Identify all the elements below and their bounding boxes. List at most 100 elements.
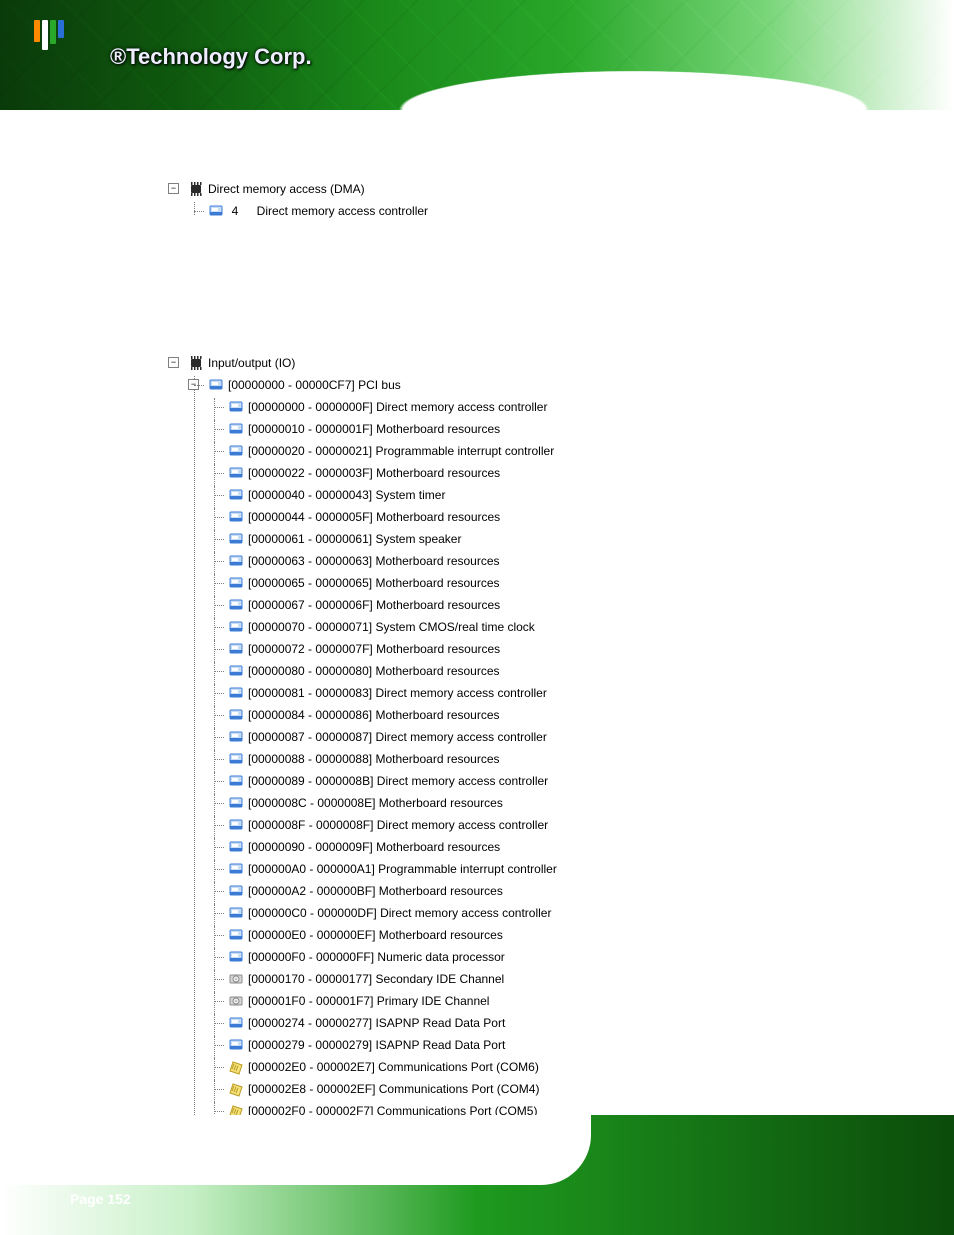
device-icon — [228, 707, 244, 723]
tree-item[interactable]: [00000040 - 00000043] System timer — [208, 486, 868, 508]
brand-tagline: ®Technology Corp. — [110, 44, 312, 70]
device-icon — [228, 641, 244, 657]
tree-item[interactable]: [000000E0 - 000000EF] Motherboard resour… — [208, 926, 868, 948]
tree-item[interactable]: [00000065 - 00000065] Motherboard resour… — [208, 574, 868, 596]
device-icon — [228, 817, 244, 833]
tree-item-label: [0000008F - 0000008F] Direct memory acce… — [248, 816, 548, 834]
device-icon — [228, 575, 244, 591]
tree-item[interactable]: [00000089 - 0000008B] Direct memory acce… — [208, 772, 868, 794]
tree-item-label: [00000020 - 00000021] Programmable inter… — [248, 442, 554, 460]
device-icon — [228, 597, 244, 613]
tree-item[interactable]: [000000A2 - 000000BF] Motherboard resour… — [208, 882, 868, 904]
tree-item[interactable]: [00000090 - 0000009F] Motherboard resour… — [208, 838, 868, 860]
port-icon — [228, 1059, 244, 1075]
dma-tree: − Direct memory access (DMA) 4 Direct me… — [168, 180, 868, 224]
device-icon — [228, 861, 244, 877]
tree-item-label: [00000170 - 00000177] Secondary IDE Chan… — [248, 970, 504, 988]
device-tree: − Direct memory access (DMA) 4 Direct me… — [168, 180, 868, 1190]
tree-item[interactable]: [00000072 - 0000007F] Motherboard resour… — [208, 640, 868, 662]
tree-item-label: [000000F0 - 000000FF] Numeric data proce… — [248, 948, 505, 966]
tree-item-label: [00000067 - 0000006F] Motherboard resour… — [248, 596, 500, 614]
tree-item-label: [00000070 - 00000071] System CMOS/real t… — [248, 618, 535, 636]
tree-item[interactable]: [00000070 - 00000071] System CMOS/real t… — [208, 618, 868, 640]
tree-item[interactable]: [000002E0 - 000002E7] Communications Por… — [208, 1058, 868, 1080]
disk-icon — [228, 993, 244, 1009]
tree-item[interactable]: [0000008F - 0000008F] Direct memory acce… — [208, 816, 868, 838]
tree-item-label: [00000279 - 00000279] ISAPNP Read Data P… — [248, 1036, 505, 1054]
tree-item[interactable]: [000000C0 - 000000DF] Direct memory acce… — [208, 904, 868, 926]
tree-item-label: [000000A0 - 000000A1] Programmable inter… — [248, 860, 557, 878]
tree-item[interactable]: [00000080 - 00000080] Motherboard resour… — [208, 662, 868, 684]
io-bus-label: [00000000 - 00000CF7] PCI bus — [228, 376, 401, 394]
tree-item[interactable]: [00000063 - 00000063] Motherboard resour… — [208, 552, 868, 574]
device-icon — [228, 509, 244, 525]
tree-item-label: [00000000 - 0000000F] Direct memory acce… — [248, 398, 547, 416]
tree-item[interactable]: [00000274 - 00000277] ISAPNP Read Data P… — [208, 1014, 868, 1036]
tree-item[interactable]: [00000022 - 0000003F] Motherboard resour… — [208, 464, 868, 486]
device-icon — [228, 465, 244, 481]
tree-item-label: [00000089 - 0000008B] Direct memory acce… — [248, 772, 548, 790]
tree-item-label: [00000080 - 00000080] Motherboard resour… — [248, 662, 500, 680]
header-banner: ®Technology Corp. — [0, 0, 954, 110]
tree-item[interactable]: [00000081 - 00000083] Direct memory acce… — [208, 684, 868, 706]
disk-icon — [228, 971, 244, 987]
tree-item[interactable]: [00000044 - 0000005F] Motherboard resour… — [208, 508, 868, 530]
tree-item-label: [00000087 - 00000087] Direct memory acce… — [248, 728, 547, 746]
tree-item-label: [00000010 - 0000001F] Motherboard resour… — [248, 420, 500, 438]
device-icon — [228, 905, 244, 921]
expander-icon[interactable]: − — [168, 357, 179, 368]
tree-item-label: [0000008C - 0000008E] Motherboard resour… — [248, 794, 503, 812]
tree-item[interactable]: [0000008C - 0000008E] Motherboard resour… — [208, 794, 868, 816]
tree-item[interactable]: [000002E8 - 000002EF] Communications Por… — [208, 1080, 868, 1102]
device-icon — [228, 1037, 244, 1053]
tree-item-label: [00000065 - 00000065] Motherboard resour… — [248, 574, 500, 592]
chip-icon — [188, 355, 204, 371]
tree-item[interactable]: [00000170 - 00000177] Secondary IDE Chan… — [208, 970, 868, 992]
tree-item-label: [00000274 - 00000277] ISAPNP Read Data P… — [248, 1014, 505, 1032]
tree-item[interactable]: [000000F0 - 000000FF] Numeric data proce… — [208, 948, 868, 970]
tree-item-label: [00000090 - 0000009F] Motherboard resour… — [248, 838, 500, 856]
tree-item[interactable]: [00000279 - 00000279] ISAPNP Read Data P… — [208, 1036, 868, 1058]
tree-item[interactable]: [00000067 - 0000006F] Motherboard resour… — [208, 596, 868, 618]
tree-item[interactable]: [00000000 - 0000000F] Direct memory acce… — [208, 398, 868, 420]
brand — [30, 20, 64, 54]
tree-item-label: [00000084 - 00000086] Motherboard resour… — [248, 706, 500, 724]
tree-item-label: [00000072 - 0000007F] Motherboard resour… — [248, 640, 500, 658]
tree-item[interactable]: 4 Direct memory access controller — [188, 202, 868, 224]
footer-decoration — [0, 1115, 591, 1185]
device-icon — [228, 949, 244, 965]
tree-item-label: [00000061 - 00000061] System speaker — [248, 530, 461, 548]
device-icon — [228, 795, 244, 811]
device-icon — [228, 729, 244, 745]
tree-item[interactable]: [00000061 - 00000061] System speaker — [208, 530, 868, 552]
device-icon — [228, 663, 244, 679]
tree-item-label: [00000040 - 00000043] System timer — [248, 486, 445, 504]
device-icon — [228, 927, 244, 943]
io-tree: − Input/output (IO) − [00000000 - 00000C… — [168, 354, 868, 1190]
tree-item-label: Direct memory access controller — [257, 202, 428, 220]
tree-item[interactable]: [00000010 - 0000001F] Motherboard resour… — [208, 420, 868, 442]
device-icon — [228, 619, 244, 635]
tree-item[interactable]: [000001F0 - 000001F7] Primary IDE Channe… — [208, 992, 868, 1014]
device-icon — [208, 377, 224, 393]
dma-root-label: Direct memory access (DMA) — [208, 180, 365, 198]
tree-item[interactable]: [00000087 - 00000087] Direct memory acce… — [208, 728, 868, 750]
tree-item[interactable]: [00000088 - 00000088] Motherboard resour… — [208, 750, 868, 772]
tree-item[interactable]: [00000020 - 00000021] Programmable inter… — [208, 442, 868, 464]
tree-item[interactable]: [000000A0 - 000000A1] Programmable inter… — [208, 860, 868, 882]
expander-icon[interactable]: − — [168, 183, 179, 194]
tree-item-label: [000000E0 - 000000EF] Motherboard resour… — [248, 926, 503, 944]
io-root-label: Input/output (IO) — [208, 354, 295, 372]
device-icon — [228, 839, 244, 855]
tree-item-label: [000002E0 - 000002E7] Communications Por… — [248, 1058, 539, 1076]
tree-item[interactable]: [00000084 - 00000086] Motherboard resour… — [208, 706, 868, 728]
dma-number: 4 — [228, 202, 242, 220]
tree-item-label: [000000A2 - 000000BF] Motherboard resour… — [248, 882, 503, 900]
header-swirl — [314, 0, 954, 110]
expander-icon[interactable]: − — [188, 379, 199, 390]
device-icon — [228, 685, 244, 701]
tree-item-label: [000002E8 - 000002EF] Communications Por… — [248, 1080, 539, 1098]
page-number: Page 152 — [70, 1191, 131, 1207]
tree-item-label: [00000088 - 00000088] Motherboard resour… — [248, 750, 500, 768]
device-icon — [228, 751, 244, 767]
